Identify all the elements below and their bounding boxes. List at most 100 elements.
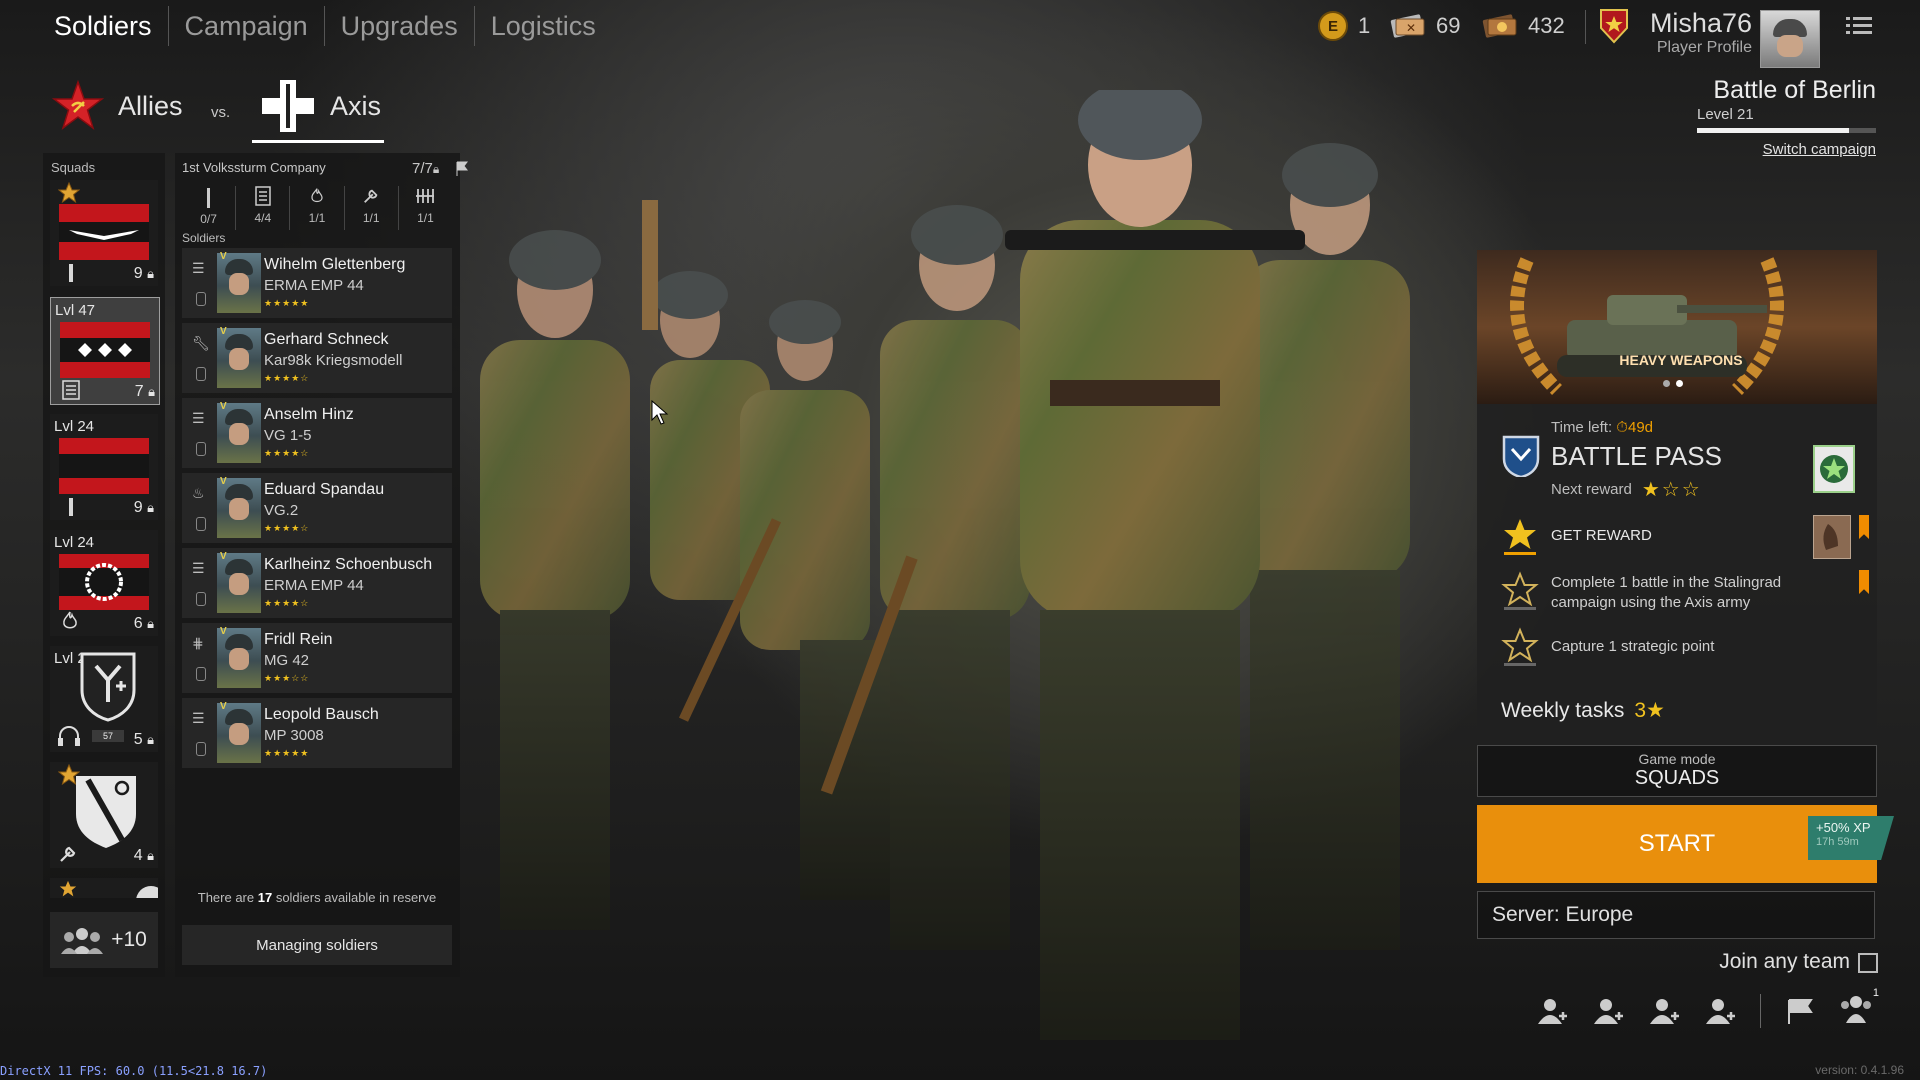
mouse-cursor-icon: [651, 400, 669, 425]
gold-tickets-counter[interactable]: 432: [1480, 6, 1565, 46]
battle-pass-title[interactable]: BATTLE PASS: [1551, 441, 1722, 472]
squad-card-1[interactable]: 9 🔒︎: [50, 180, 158, 286]
battle-pass-reward-icon[interactable]: [1813, 445, 1855, 493]
class-slot-rifleman[interactable]: 0/7: [182, 186, 237, 230]
squad-card-7-partial[interactable]: [50, 878, 158, 898]
squad-reserve-count: +10: [111, 928, 147, 951]
faction-allies[interactable]: Allies: [52, 80, 183, 132]
soldier-row-5[interactable]: ☰ V Karlheinz Schoenbusch ERMA EMP 44 ★★…: [182, 548, 452, 618]
soldier-weapon: VG.2: [264, 502, 299, 519]
next-reward-stars: ★☆☆: [1642, 477, 1702, 502]
laurel-wreath-tank: [1510, 257, 1784, 395]
enlisted-coin-icon: E: [1318, 11, 1348, 41]
managing-soldiers-button[interactable]: Managing soldiers: [182, 925, 452, 965]
tab-upgrades[interactable]: Upgrades: [325, 6, 475, 46]
soldier-row-1[interactable]: ☰ V Wihelm Glettenberg ERMA EMP 44 ★★★★★: [182, 248, 452, 318]
soldier-name: Karlheinz Schoenbusch: [264, 556, 433, 573]
soldier-row-6[interactable]: ⋕ V Fridl Rein MG 42 ★★★☆☆: [182, 623, 452, 693]
squad-members-button[interactable]: 1: [1839, 987, 1879, 1028]
promo-pager[interactable]: [1663, 380, 1683, 387]
lock-icon: [196, 442, 206, 456]
class-slot-flamethrower[interactable]: 1/1: [290, 186, 345, 230]
radio-badge: 57: [92, 730, 124, 742]
enlisted-coin-counter[interactable]: E 1: [1318, 6, 1370, 46]
engineer-wrench-icon: 🔧︎: [192, 335, 210, 351]
menu-icon[interactable]: [1846, 14, 1872, 38]
promo-dot-2[interactable]: [1676, 380, 1683, 387]
squad-flag-diamonds: [60, 322, 150, 378]
game-mode-label: Game mode: [1638, 751, 1716, 767]
invite-friend-icon[interactable]: [1592, 996, 1626, 1026]
flag-icon[interactable]: [1783, 996, 1817, 1026]
promo-dot-1[interactable]: [1663, 380, 1670, 387]
server-selector[interactable]: Server: Europe: [1477, 891, 1875, 939]
party-count-badge: 1: [1872, 987, 1879, 999]
weekly-star-icon: ★: [1646, 699, 1665, 722]
campaign-title: Battle of Berlin: [1713, 76, 1876, 104]
assault-class-icon: [62, 380, 80, 400]
squad-card-4[interactable]: Lvl 24 6 🔒︎: [50, 530, 158, 636]
class-slot-assault[interactable]: 4/4: [236, 186, 291, 230]
fps-counter: DirectX 11 FPS: 60.0 (11.5<21.8 16.7): [0, 1064, 268, 1078]
squads-header: Squads: [51, 160, 96, 175]
silver-tickets-counter[interactable]: ✕ 69: [1388, 6, 1460, 46]
assault-class-icon: ☰: [192, 260, 205, 276]
campaign-progress-fill: [1697, 128, 1850, 133]
switch-campaign-link[interactable]: Switch campaign: [1750, 141, 1876, 158]
tab-logistics[interactable]: Logistics: [475, 6, 612, 46]
squad-flag-eagle: [59, 204, 149, 260]
squad-card-6[interactable]: 4 🔒︎: [50, 762, 158, 868]
soldier-weapon: MG 42: [264, 652, 310, 669]
class-slot-machinegunner[interactable]: 1/1: [399, 186, 452, 230]
class-slot-engineer[interactable]: 1/1: [345, 186, 399, 230]
soldier-row-2[interactable]: 🔧︎ V Gerhard Schneck Kar98k Kriegsmodell…: [182, 323, 452, 393]
soldier-name: Fridl Rein: [264, 631, 333, 648]
squad-reserve-button[interactable]: +10: [50, 912, 158, 968]
group-icon: [1841, 996, 1871, 1023]
avatar[interactable]: [1760, 10, 1820, 68]
squad-card-3[interactable]: Lvl 24 9 🔒︎: [50, 414, 158, 520]
invite-friend-icon[interactable]: [1648, 996, 1682, 1026]
get-reward-star-icon: [1500, 515, 1540, 555]
faction-axis[interactable]: Axis: [262, 80, 381, 132]
assault-class-icon: [255, 186, 271, 206]
invite-friend-icon[interactable]: [1704, 996, 1738, 1026]
task-get-reward[interactable]: GET REWARD: [1551, 527, 1652, 544]
tab-campaign[interactable]: Campaign: [169, 6, 325, 46]
soldier-weapon: ERMA EMP 44: [264, 277, 364, 294]
soldier-row-4[interactable]: ♨︎ V Eduard Spandau VG.2 ★★★★☆: [182, 473, 452, 543]
star-empty-icon: ☆: [1661, 479, 1682, 501]
squad-flag-wreath: [59, 554, 149, 610]
lock-icon: [196, 292, 206, 306]
soldier-name: Eduard Spandau: [264, 481, 385, 498]
squad-emblem-engineer: [76, 776, 136, 848]
lock-icon: [196, 667, 206, 681]
gold-tickets-value: 432: [1528, 13, 1565, 38]
soldier-row-3[interactable]: ☰ V Anselm Hinz VG 1-5 ★★★★☆: [182, 398, 452, 468]
assault-class-icon: ☰: [192, 560, 205, 576]
squad-card-2[interactable]: Lvl 47 7 🔒︎: [50, 297, 160, 405]
time-left-value: ⏱︎49d: [1616, 419, 1654, 436]
weekly-tasks[interactable]: Weekly tasks 3 ★: [1501, 698, 1665, 723]
resource-divider: [1585, 10, 1586, 44]
soldier-avatar: [217, 253, 261, 313]
soldier-weapon: VG 1-5: [264, 427, 312, 444]
squad-card-5[interactable]: Lvl 24 57 5 🔒︎: [50, 646, 158, 752]
game-mode-selector[interactable]: Game mode SQUADS: [1477, 745, 1877, 797]
squad-count: 5 🔒︎: [133, 731, 154, 748]
faction-selected-underline: [252, 140, 384, 143]
rank-badge-icon: [1600, 9, 1628, 44]
join-any-team-checkbox[interactable]: [1858, 953, 1878, 973]
balkenkreuz-icon: [262, 80, 314, 132]
soldier-avatar: [217, 553, 261, 613]
promo-banner[interactable]: HEAVY WEAPONS: [1477, 250, 1877, 404]
lock-icon: [196, 742, 206, 756]
reward-item-icon[interactable]: [1813, 515, 1851, 559]
soldier-row-7[interactable]: ☰ V Leopold Bausch MP 3008 ★★★★★: [182, 698, 452, 768]
profile-text[interactable]: Misha76 Player Profile: [1642, 8, 1752, 57]
campaign-level: Level 21: [1697, 106, 1754, 123]
invite-friend-icon[interactable]: [1536, 996, 1570, 1026]
tab-soldiers[interactable]: Soldiers: [38, 6, 169, 46]
soldier-rank-stars: ★★★★☆: [264, 448, 310, 458]
vs-label: vs.: [211, 104, 231, 121]
